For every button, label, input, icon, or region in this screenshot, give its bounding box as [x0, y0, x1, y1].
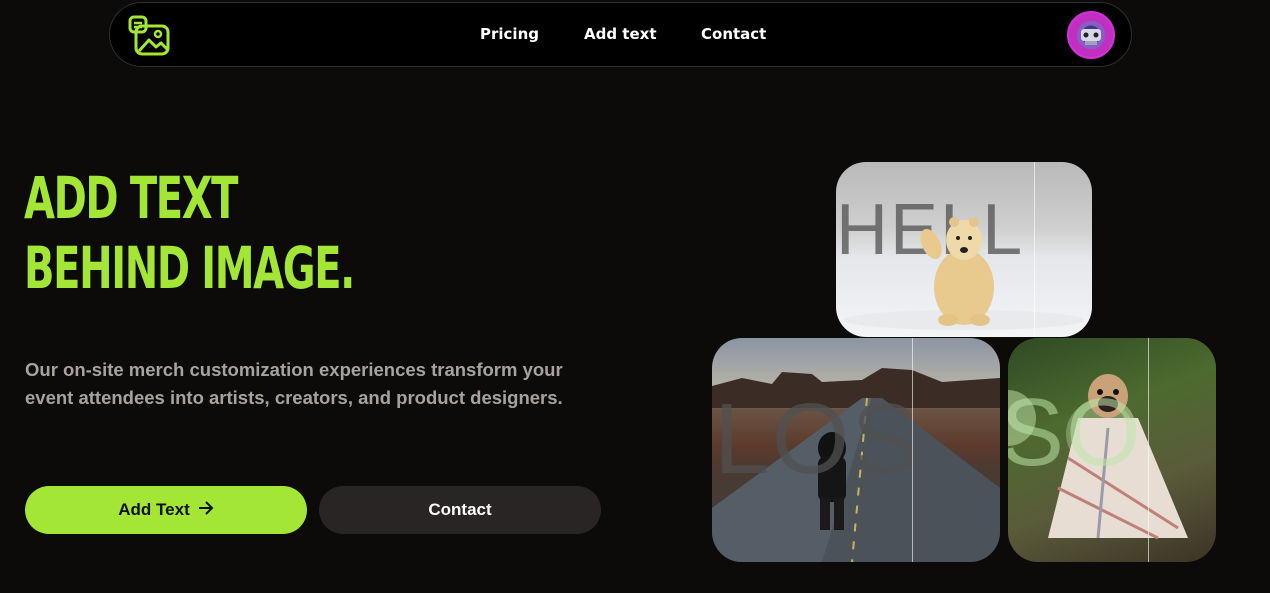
- hero-title-line-1: ADD TEXT: [24, 164, 238, 232]
- contact-button[interactable]: Contact: [319, 486, 601, 534]
- nav-link-contact[interactable]: Contact: [701, 25, 766, 43]
- hero-description: Our on-site merch customization experien…: [25, 359, 563, 408]
- hero-title: ADD TEXT BEHIND IMAGE.: [24, 163, 444, 303]
- hero-title-line-2: BEHIND IMAGE.: [24, 234, 355, 302]
- compare-divider[interactable]: [1148, 338, 1149, 562]
- pug-image-card: SO: [1008, 338, 1216, 562]
- nav-link-add-text[interactable]: Add text: [584, 25, 657, 43]
- add-text-button[interactable]: Add Text: [25, 486, 307, 534]
- nav-link-pricing[interactable]: Pricing: [480, 25, 539, 43]
- polar-bear-image: [844, 217, 1084, 330]
- avatar[interactable]: [1067, 11, 1115, 59]
- add-text-button-label: Add Text: [118, 500, 190, 519]
- arrow-right-icon: [198, 500, 214, 520]
- compare-divider[interactable]: [1034, 162, 1035, 337]
- contact-button-label: Contact: [428, 500, 492, 519]
- polar-bear-image-card: HELL: [836, 162, 1092, 337]
- road-image-card: LOS: [712, 338, 1000, 562]
- navbar: Pricing Add text Contact: [109, 2, 1132, 67]
- nav-links: Pricing Add text Contact: [110, 3, 1131, 68]
- road-overlay-text: LOS: [714, 383, 921, 495]
- pug-overlay-text: SO: [1008, 379, 1143, 486]
- compare-divider[interactable]: [912, 338, 913, 562]
